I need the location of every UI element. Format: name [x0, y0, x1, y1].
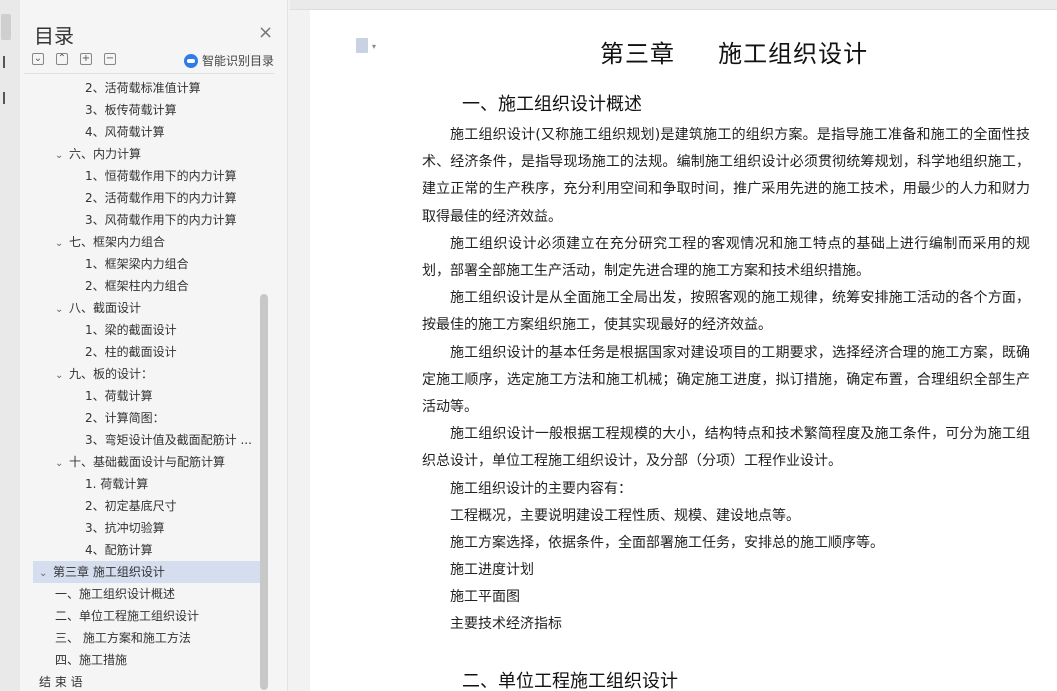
paragraph: 施工组织设计一般根据工程规模的大小，结构特点和技术繁简程度及施工条件，可分为施工…	[422, 426, 1030, 470]
chevron-down-icon[interactable]: ⌄	[55, 145, 69, 165]
toc-item[interactable]: 2、活荷载作用下的内力计算	[33, 187, 261, 209]
rail-marker	[3, 56, 5, 68]
toc-item[interactable]: 2、计算简图：	[33, 407, 261, 429]
content-line: 工程概况，主要说明建设工程性质、规模、建设地点等。	[450, 508, 800, 524]
chevron-down-icon[interactable]: ⌄	[55, 233, 69, 253]
toc-item-label: 1、梁的截面设计	[85, 323, 177, 337]
toc-item-label: 1、框架梁内力组合	[85, 257, 189, 271]
add-icon[interactable]: +	[80, 53, 92, 65]
toc-item[interactable]: 2、框架柱内力组合	[33, 275, 261, 297]
content-line: 施工方案选择，依据条件，全面部署施工任务，安排总的施工顺序等。	[450, 535, 884, 551]
toc-item[interactable]: 1、恒荷载作用下的内力计算	[33, 165, 261, 187]
document-icon[interactable]	[356, 38, 368, 53]
chevron-down-icon[interactable]: ⌄	[39, 563, 53, 583]
toc-item[interactable]: ⌄ 六、内力计算	[33, 143, 261, 165]
collapse-all-icon[interactable]: ⌄	[32, 53, 44, 65]
toc-item[interactable]: 3、风荷载作用下的内力计算	[33, 209, 261, 231]
toc-item-label: 2、活荷载作用下的内力计算	[85, 191, 237, 205]
toc-item[interactable]: ⌄ 九、板的设计：	[33, 363, 261, 385]
toc-item-label: 3、风荷载作用下的内力计算	[85, 213, 237, 227]
toc-item-label: 结 束 语	[39, 675, 83, 689]
paragraph: 施工组织设计的基本任务是根据国家对建设项目的工期要求，选择经济合理的施工方案，既…	[422, 345, 1030, 416]
toc-item[interactable]: ⌄ 八、截面设计	[33, 297, 261, 319]
content-line: 主要技术经济指标	[450, 616, 562, 632]
toc-item-label: 4、风荷载计算	[85, 125, 165, 139]
toc-item[interactable]: 1、梁的截面设计	[33, 319, 261, 341]
toc-item[interactable]: 2、初定基底尺寸	[33, 495, 261, 517]
toc-item-label: 1、恒荷载作用下的内力计算	[85, 169, 237, 183]
toc-list: 2、活荷载标准值计算 3、板传荷载计算 4、风荷载计算 ⌄ 六、内力计算 1、恒荷载作用下…	[33, 77, 261, 691]
toc-item[interactable]: 3、抗冲切验算	[33, 517, 261, 539]
toc-item-label: 二、单位工程施工组织设计	[55, 609, 200, 623]
toc-item-label: 七、框架内力组合	[69, 235, 166, 249]
toc-item-label: 三、 施工方案和施工方法	[55, 631, 191, 645]
expand-up-icon[interactable]: ⌃	[56, 53, 68, 65]
toc-item-label: 四、施工措施	[55, 653, 128, 667]
toc-item-label: 八、截面设计	[69, 301, 142, 315]
toc-title: 目录	[34, 24, 74, 48]
toc-item-label: 第三章 施工组织设计	[53, 565, 165, 579]
toc-item[interactable]: 2、活荷载标准值计算	[33, 77, 261, 99]
toc-item[interactable]: 4、配筋计算	[33, 539, 261, 561]
toc-item-label: 十、基础截面设计与配筋计算	[69, 455, 226, 469]
rail-tab[interactable]	[1, 14, 11, 40]
divider	[24, 73, 274, 74]
remove-icon[interactable]: −	[104, 53, 116, 65]
toc-item-label: 2、初定基底尺寸	[85, 499, 177, 513]
smart-detect-toc-button[interactable]: 智能识别目录	[184, 52, 274, 69]
toc-item[interactable]: 二、单位工程施工组织设计	[33, 605, 261, 627]
chevron-down-icon[interactable]: ⌄	[55, 365, 69, 385]
toc-scrollbar[interactable]	[260, 294, 268, 690]
toc-item[interactable]: 四、施工措施	[33, 649, 261, 671]
toc-item[interactable]: 1. 荷载计算	[33, 473, 261, 495]
toc-item[interactable]: 三、 施工方案和施工方法	[33, 627, 261, 649]
toc-item-label: 2、计算简图：	[85, 411, 165, 425]
toc-item-label: 2、框架柱内力组合	[85, 279, 189, 293]
toc-item-label: 一、施工组织设计概述	[55, 587, 176, 601]
toc-item[interactable]: ⌄ 七、框架内力组合	[33, 231, 261, 253]
toc-item-label: 3、抗冲切验算	[85, 521, 165, 535]
toc-item[interactable]: 1、框架梁内力组合	[33, 253, 261, 275]
toc-item-label: 六、内力计算	[69, 147, 142, 161]
toc-item[interactable]: 3、板传荷载计算	[33, 99, 261, 121]
toc-item-label: 九、板的设计：	[69, 367, 154, 381]
chevron-down-icon[interactable]: ▾	[372, 42, 376, 51]
toc-item[interactable]: 结 束 语	[33, 671, 261, 691]
paragraph: 施工组织设计必须建立在充分研究工程的客观情况和施工特点的基础上进行编制而采用的规…	[422, 236, 1030, 280]
left-rail	[0, 0, 20, 691]
toc-item[interactable]: 4、风荷载计算	[33, 121, 261, 143]
paragraph: 施工组织设计(又称施工组织规划)是建筑施工的组织方案。是指导施工准备和施工的全面…	[422, 127, 1030, 225]
close-icon[interactable]: ×	[258, 22, 273, 43]
toc-panel: 目录 × ⌄ ⌃ + − 智能识别目录 2、活荷载标准值计算 3、板传荷载计算 4、…	[20, 0, 288, 691]
content-line: 施工组织设计的主要内容有：	[450, 481, 632, 497]
section-heading: 一、施工组织设计概述	[462, 94, 642, 115]
section-heading: 二、单位工程施工组织设计	[462, 671, 678, 691]
chapter-title: 第三章 施工组织设计	[600, 40, 869, 68]
content-line: 施工进度计划	[450, 562, 534, 578]
chevron-down-icon[interactable]: ⌄	[55, 299, 69, 319]
chevron-down-icon[interactable]: ⌄	[55, 453, 69, 473]
smart-detect-label: 智能识别目录	[202, 54, 275, 68]
paragraph: 施工组织设计是从全面施工全局出发，按照客观的施工规律，统筹安排施工活动的各个方面…	[422, 290, 1030, 334]
toc-item-label: 1. 荷载计算	[85, 477, 149, 491]
ai-icon	[184, 53, 198, 68]
ruler-strip	[290, 0, 1057, 10]
toc-item[interactable]: ⌄ 十、基础截面设计与配筋计算	[33, 451, 261, 473]
toc-item-label: 3、弯矩设计值及截面配筋计 ...	[85, 433, 252, 447]
toc-item-label: 4、配筋计算	[85, 543, 153, 557]
content-line: 施工平面图	[450, 589, 520, 605]
toc-item[interactable]: 一、施工组织设计概述	[33, 583, 261, 605]
toc-item-label: 1、荷载计算	[85, 389, 153, 403]
toc-item[interactable]: ⌄ 第三章 施工组织设计	[33, 561, 261, 583]
rail-marker	[3, 92, 5, 104]
toc-item-label: 3、板传荷载计算	[85, 103, 177, 117]
toc-item[interactable]: 1、荷载计算	[33, 385, 261, 407]
toc-item[interactable]: 3、弯矩设计值及截面配筋计 ...	[33, 429, 261, 451]
toc-item-label: 2、活荷载标准值计算	[85, 81, 201, 95]
toc-toolbar: ⌄ ⌃ + −	[32, 53, 116, 65]
document-page: ▾ 第三章 施工组织设计 一、施工组织设计概述 施工组织设计(又称施工组织规划)…	[310, 10, 1057, 691]
document-area: ▾ 第三章 施工组织设计 一、施工组织设计概述 施工组织设计(又称施工组织规划)…	[290, 0, 1057, 691]
toc-item-label: 2、柱的截面设计	[85, 345, 177, 359]
toc-item[interactable]: 2、柱的截面设计	[33, 341, 261, 363]
